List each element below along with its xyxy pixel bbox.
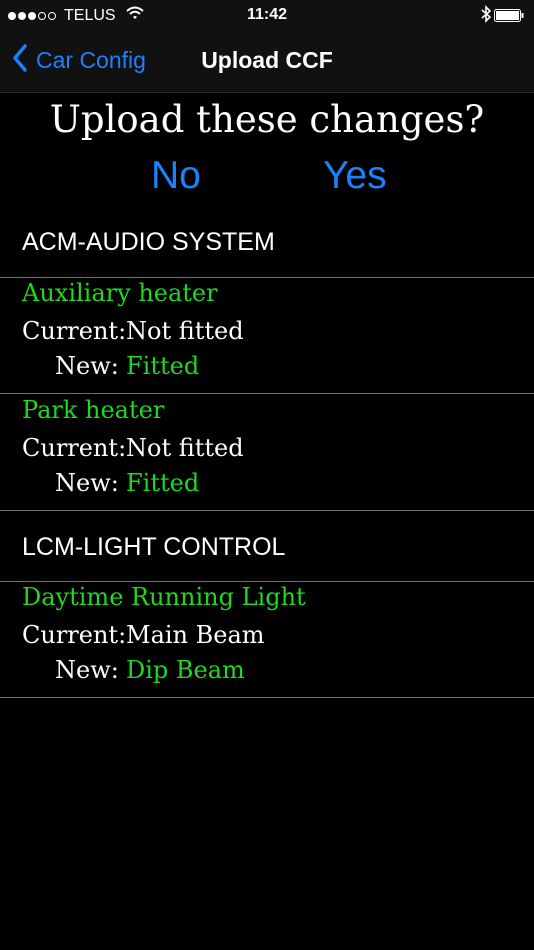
change-item-title: Park heater: [22, 396, 165, 424]
upload-question: Upload these changes?: [49, 98, 485, 141]
current-value: Not fitted: [126, 434, 244, 462]
current-label: Current:: [22, 621, 127, 649]
navigation-bar: Car Config Upload CCF: [0, 30, 534, 93]
section-header: LCM-LIGHT CONTROL: [22, 533, 286, 561]
new-label: New:: [55, 469, 119, 497]
current-value: Main Beam: [126, 621, 265, 649]
battery-icon: [494, 9, 524, 27]
change-item-title: Auxiliary heater: [22, 279, 218, 307]
page-title-text: Upload CCF: [201, 47, 333, 73]
new-value: Fitted: [126, 469, 200, 497]
new-value: Fitted: [126, 352, 200, 380]
section-header: ACM-AUDIO SYSTEM: [22, 228, 275, 256]
yes-button[interactable]: Yes: [323, 154, 387, 198]
no-button[interactable]: No: [151, 154, 201, 198]
current-label: Current:: [22, 317, 127, 345]
page-title: Upload CCF: [0, 47, 534, 74]
divider: [0, 277, 534, 278]
status-bar: TELUS 11:42: [0, 0, 534, 30]
current-value: Not fitted: [126, 317, 244, 345]
bluetooth-icon: [480, 5, 492, 28]
divider: [0, 393, 534, 394]
divider: [0, 697, 534, 698]
new-label: New:: [55, 656, 119, 684]
divider: [0, 581, 534, 582]
new-label: New:: [55, 352, 119, 380]
current-label: Current:: [22, 434, 127, 462]
status-time: 11:42: [246, 6, 288, 23]
new-value: Dip Beam: [126, 656, 245, 684]
change-item-title: Daytime Running Light: [22, 583, 306, 611]
divider: [0, 510, 534, 511]
